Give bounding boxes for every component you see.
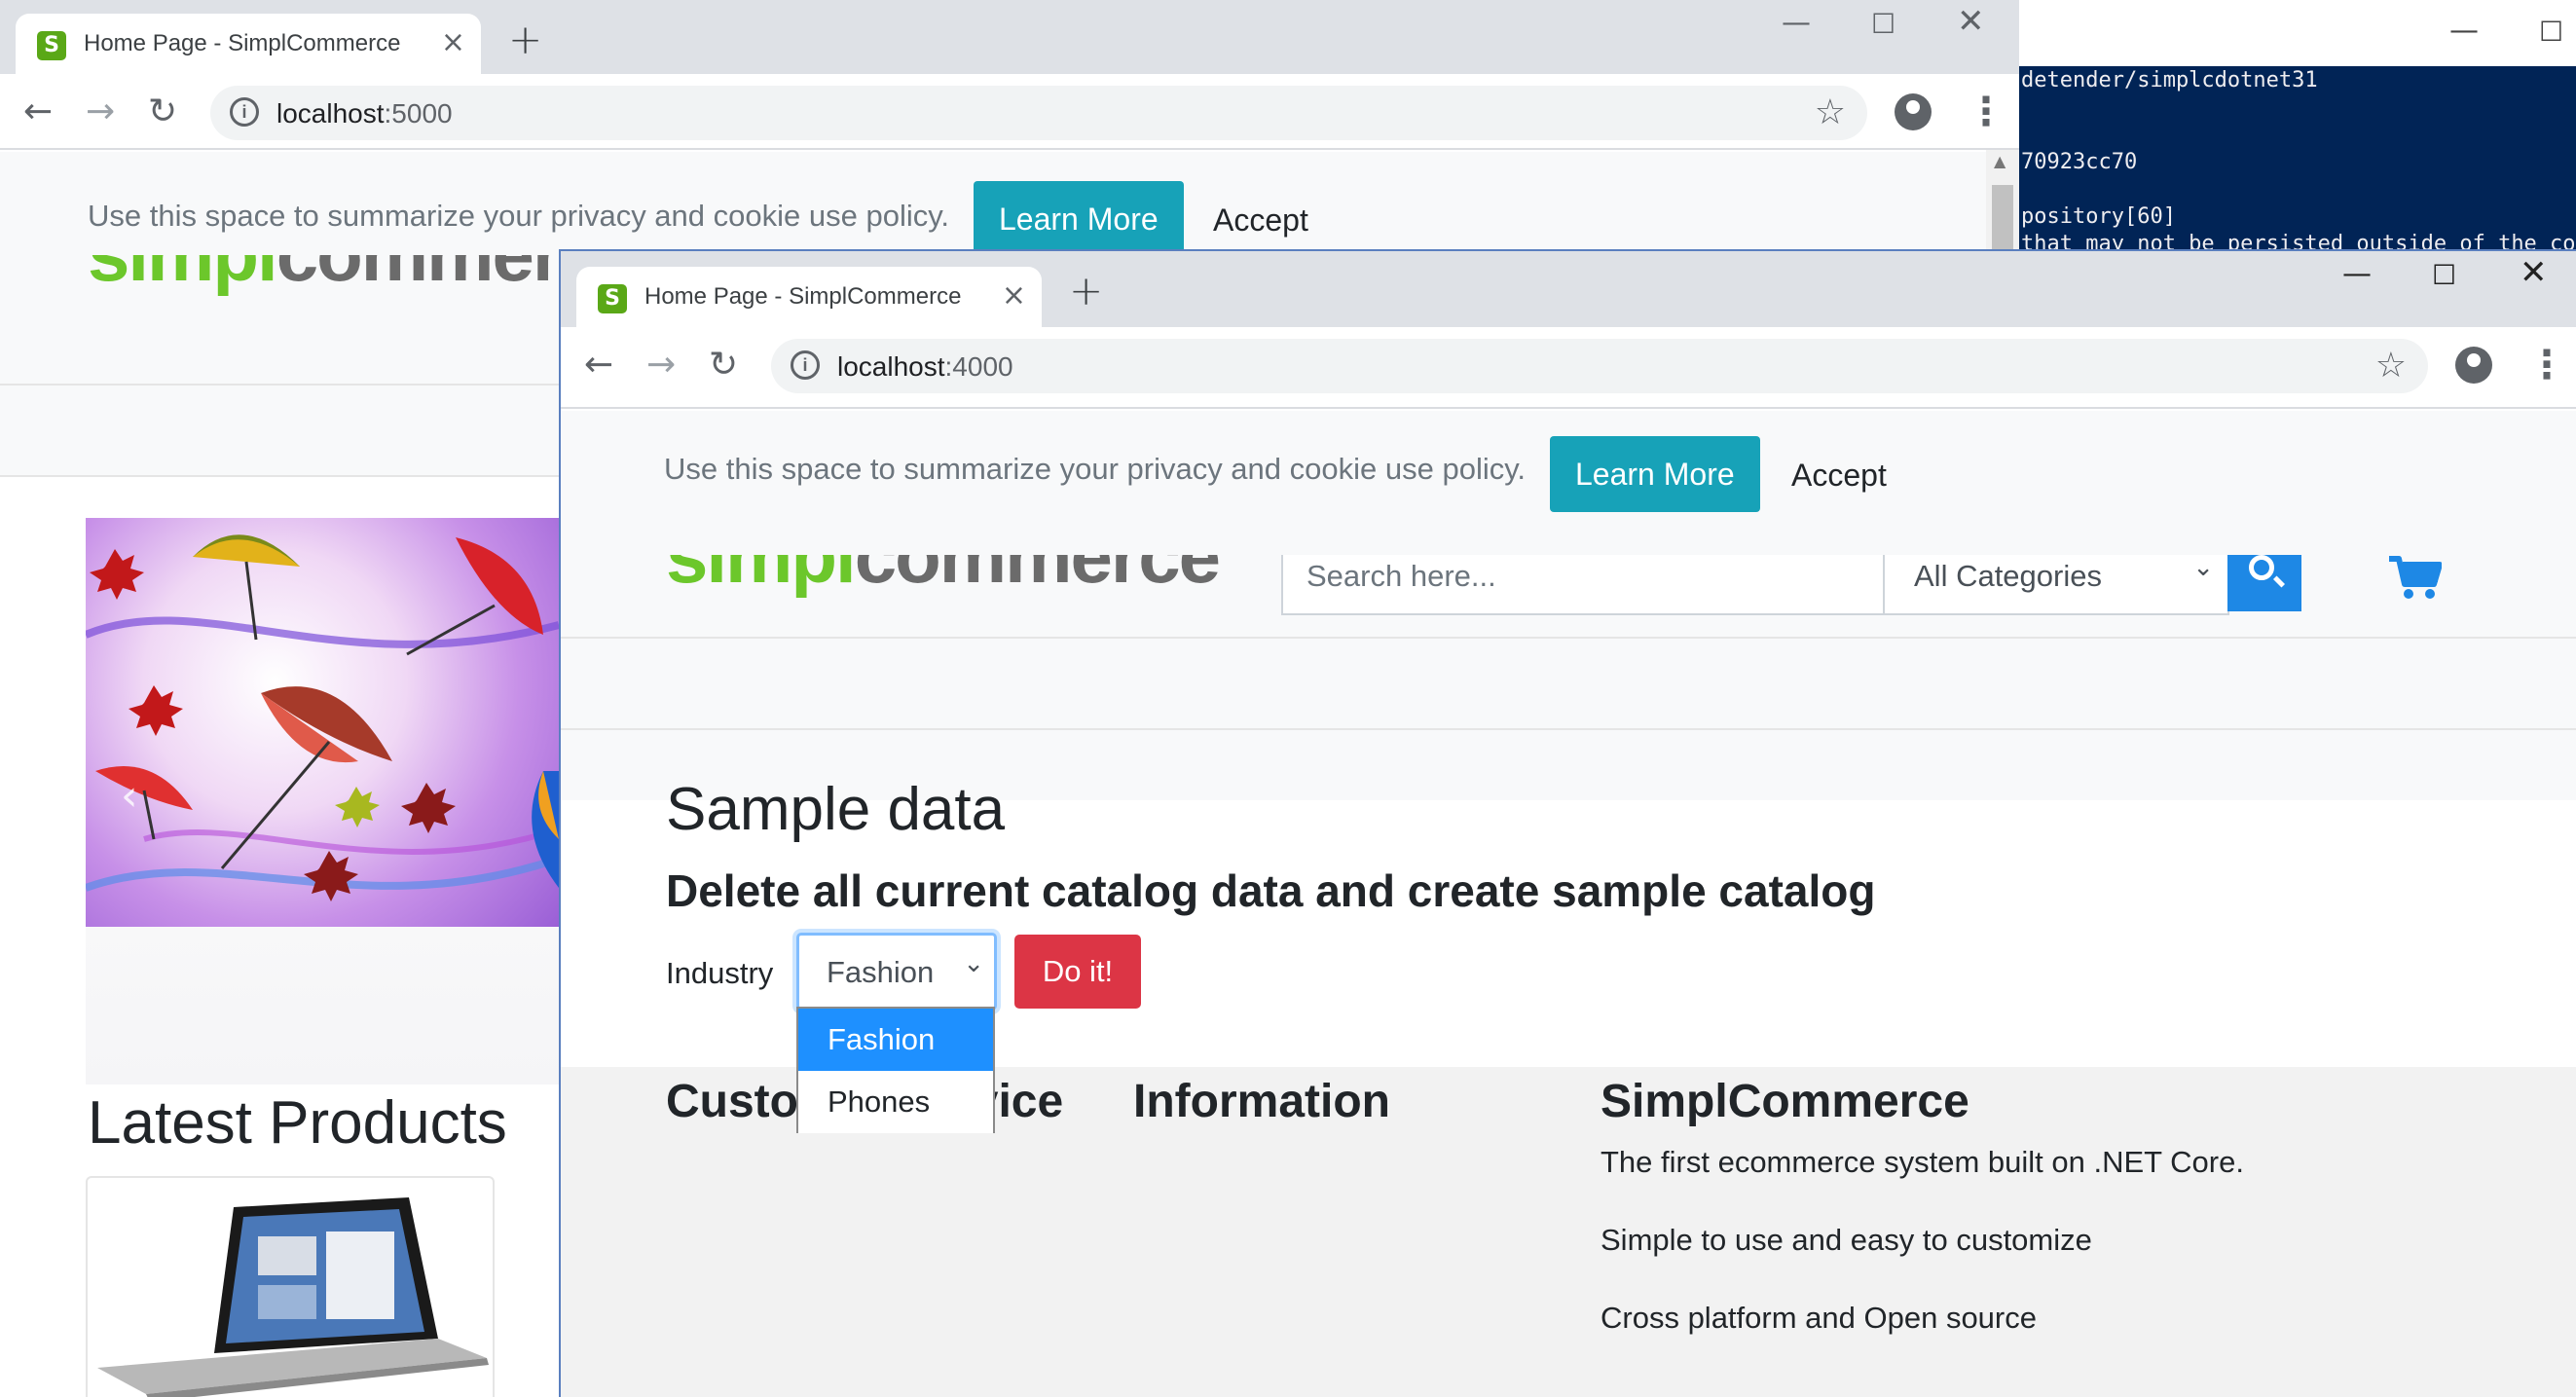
reload-icon[interactable]: ↻	[709, 345, 738, 385]
search-placeholder: Search here...	[1306, 559, 1496, 593]
chevron-down-icon: ⌄	[963, 949, 984, 978]
terminal-line: 70923cc70	[2021, 150, 2138, 174]
footer-text-line: Simple to use and easy to customize	[1601, 1223, 2092, 1257]
cookie-policy-text: Use this space to summarize your privacy…	[664, 452, 1527, 486]
laptop-image	[97, 1197, 489, 1397]
back-arrow-icon[interactable]: ←	[23, 92, 53, 131]
category-value: All Categories	[1914, 559, 2102, 593]
maple-leaf-icon	[335, 787, 380, 827]
browser-toolbar: ← → ↻ i localhost:4000 ☆ ⋮	[561, 327, 2576, 409]
nav-band	[0, 384, 559, 477]
nav-band	[561, 637, 2576, 730]
accept-button[interactable]: Accept	[1213, 202, 1308, 239]
bookmark-star-icon[interactable]: ☆	[1815, 92, 1846, 132]
account-icon[interactable]	[2455, 347, 2492, 384]
industry-value: Fashion	[827, 955, 935, 989]
terminal-window[interactable]: — ☐ detender/simplcdotnet31 70923cc70 po…	[2019, 0, 2576, 251]
terminal-titlebar: — ☐	[2019, 0, 2576, 66]
chevron-down-icon: ⌄	[2192, 553, 2214, 582]
close-tab-icon[interactable]: ×	[441, 25, 465, 59]
scrollbar-thumb[interactable]	[1992, 185, 2013, 251]
minimize-icon[interactable]: —	[1782, 6, 1811, 40]
tab-title: Home Page - SimplCommerce	[644, 283, 962, 310]
terminal-line: detender/simplcdotnet31	[2021, 68, 2318, 92]
shopping-cart-icon[interactable]	[2387, 553, 2442, 602]
favicon-icon: S	[37, 31, 66, 60]
new-tab-button[interactable]: +	[1069, 267, 1103, 314]
simplcommerce-logo[interactable]: simplcommerce	[88, 255, 555, 349]
search-input[interactable]: Search here...	[1281, 555, 1885, 615]
carousel-prev-icon[interactable]: ‹	[121, 771, 138, 821]
tab-strip: S Home Page - SimplCommerce × + — ☐ ✕	[0, 0, 2019, 74]
learn-more-button[interactable]: Learn More	[1550, 436, 1760, 512]
maximize-icon[interactable]: ☐	[2539, 16, 2563, 48]
address-bar[interactable]: i localhost:5000 ☆	[210, 86, 1867, 140]
search-button[interactable]	[2227, 555, 2301, 611]
menu-kebab-icon[interactable]: ⋮	[1967, 90, 2006, 134]
simplcommerce-logo[interactable]: simplcommerce	[666, 555, 1268, 615]
scrollbar[interactable]: ▲	[1986, 150, 2019, 251]
tab-strip: S Home Page - SimplCommerce × + — ☐ ✕	[561, 251, 2576, 327]
back-arrow-icon[interactable]: ←	[584, 345, 613, 385]
category-select[interactable]: All Categories ⌄	[1883, 553, 2229, 615]
footer-information-heading: Information	[1133, 1076, 1390, 1127]
browser-tab[interactable]: S Home Page - SimplCommerce ×	[576, 267, 1042, 327]
industry-dropdown-list: Fashion Phones	[796, 1007, 995, 1133]
learn-more-button[interactable]: Learn More	[974, 181, 1184, 257]
address-bar[interactable]: i localhost:4000 ☆	[771, 339, 2428, 393]
forward-arrow-icon[interactable]: →	[86, 92, 115, 131]
latest-products-heading: Latest Products	[88, 1089, 507, 1157]
menu-kebab-icon[interactable]: ⋮	[2527, 343, 2566, 387]
umbrella-icon	[95, 766, 193, 840]
maximize-icon[interactable]: ☐	[2432, 259, 2456, 291]
site-info-icon[interactable]: i	[791, 350, 820, 380]
url-text: localhost:4000	[837, 351, 1013, 382]
sample-data-subheading: Delete all current catalog data and crea…	[666, 865, 1876, 916]
sample-data-heading: Sample data	[666, 776, 1006, 843]
dropdown-option-fashion[interactable]: Fashion	[798, 1009, 993, 1071]
browser-tab[interactable]: S Home Page - SimplCommerce ×	[16, 14, 481, 74]
browser-toolbar: ← → ↻ i localhost:5000 ☆ ⋮	[0, 74, 2019, 150]
dropdown-option-phones[interactable]: Phones	[798, 1071, 993, 1133]
industry-label: Industry	[666, 956, 774, 990]
product-card[interactable]	[86, 1176, 495, 1397]
browser-window-front: S Home Page - SimplCommerce × + — ☐ ✕ ← …	[559, 249, 2576, 1397]
accept-button[interactable]: Accept	[1791, 458, 1887, 494]
industry-select[interactable]: Fashion ⌄	[796, 933, 997, 1011]
do-it-button[interactable]: Do it!	[1014, 935, 1141, 1009]
account-icon[interactable]	[1895, 93, 1932, 130]
footer-text-line: Cross platform and Open source	[1601, 1301, 2037, 1335]
hero-carousel[interactable]	[86, 518, 559, 1085]
tab-title: Home Page - SimplCommerce	[84, 30, 401, 56]
minimize-icon[interactable]: —	[2342, 257, 2372, 291]
umbrella-artwork	[86, 534, 559, 901]
bookmark-star-icon[interactable]: ☆	[2375, 346, 2407, 386]
footer-simplcommerce-heading: SimplCommerce	[1601, 1076, 1969, 1127]
maximize-icon[interactable]: ☐	[1871, 8, 1895, 40]
window-close-icon[interactable]: ✕	[1957, 2, 1985, 41]
site-info-icon[interactable]: i	[230, 97, 259, 127]
footer-text-line: The first ecommerce system built on .NET…	[1601, 1145, 2244, 1179]
favicon-icon: S	[598, 284, 627, 313]
search-icon	[2249, 555, 2274, 580]
window-close-icon[interactable]: ✕	[2520, 253, 2548, 292]
maple-leaf-icon	[90, 549, 183, 736]
terminal-line: pository[60]	[2021, 204, 2176, 229]
cookie-policy-text: Use this space to summarize your privacy…	[88, 199, 950, 233]
forward-arrow-icon[interactable]: →	[646, 345, 676, 385]
new-tab-button[interactable]: +	[508, 16, 542, 63]
url-text: localhost:5000	[276, 98, 453, 129]
terminal-line: that may not be persisted outside of the…	[2021, 232, 2576, 251]
reload-icon[interactable]: ↻	[148, 92, 177, 131]
close-tab-icon[interactable]: ×	[1002, 278, 1026, 312]
minimize-icon[interactable]: —	[2449, 14, 2479, 48]
